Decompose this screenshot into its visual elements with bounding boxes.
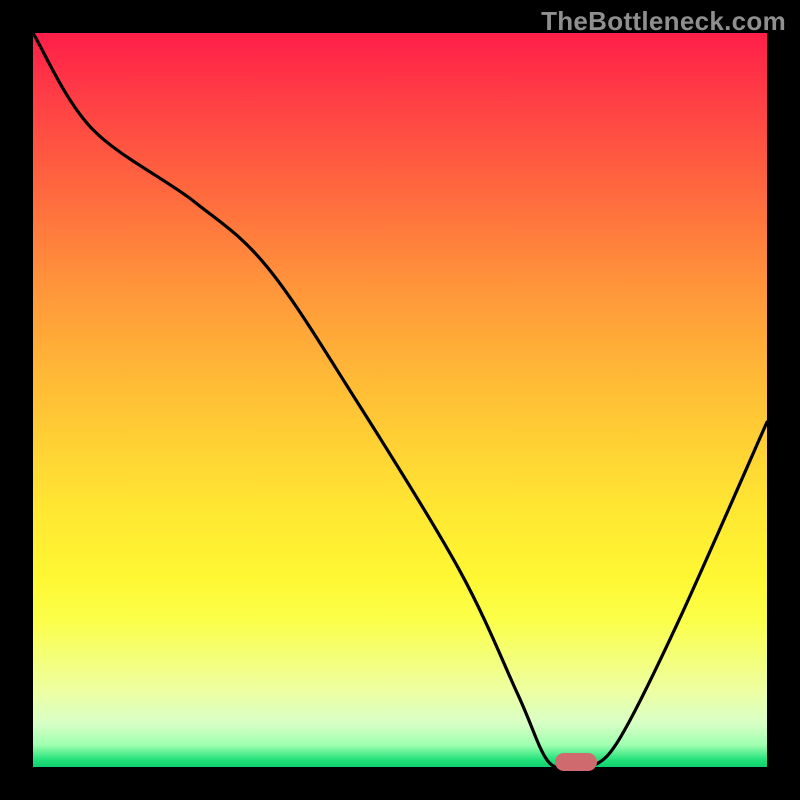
plot-area — [33, 33, 767, 767]
bottleneck-curve — [33, 33, 767, 767]
optimum-marker — [555, 753, 597, 771]
chart-frame: TheBottleneck.com — [0, 0, 800, 800]
